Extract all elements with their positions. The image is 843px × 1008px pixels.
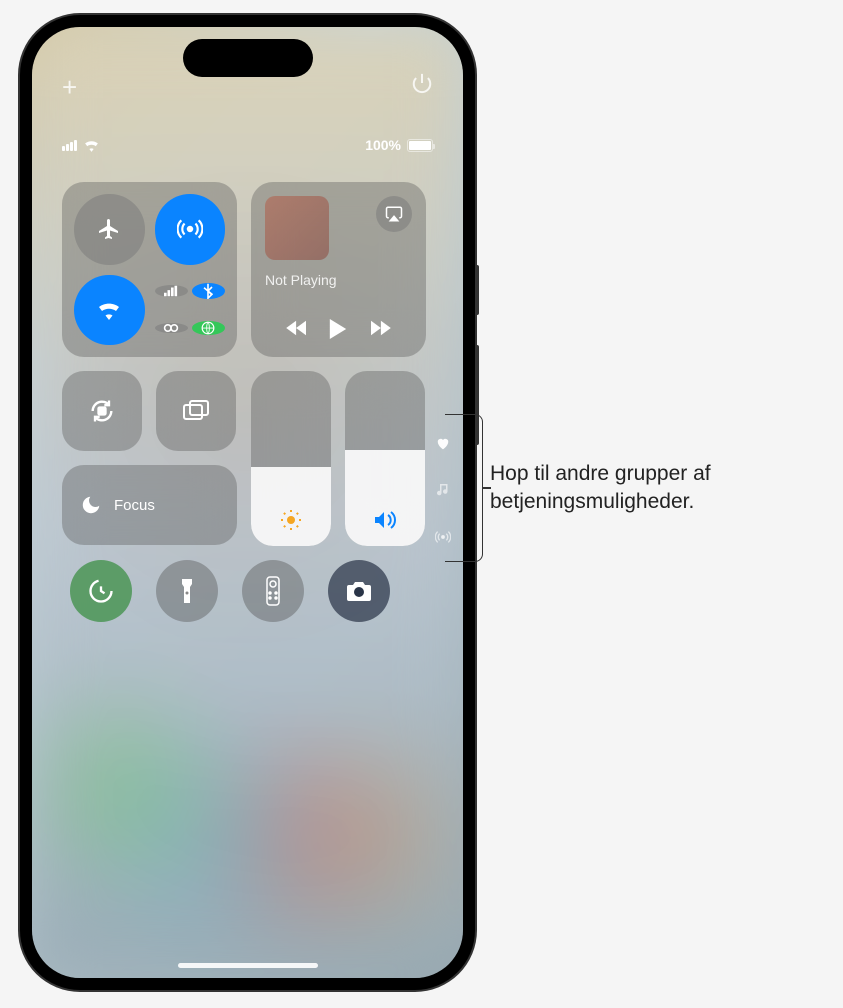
antenna-icon [435, 530, 451, 544]
dynamic-island [183, 39, 313, 77]
rewind-button[interactable] [286, 319, 308, 337]
orientation-lock-toggle[interactable] [62, 371, 142, 451]
home-indicator[interactable] [178, 963, 318, 968]
airplane-mode-toggle[interactable] [74, 194, 145, 265]
volume-icon [372, 508, 398, 532]
bluetooth-icon [203, 283, 213, 299]
apple-tv-remote-button[interactable] [242, 560, 304, 622]
flashlight-icon [180, 577, 194, 605]
cellular-signal-icon [62, 140, 77, 151]
group-dot-connectivity[interactable] [435, 530, 451, 544]
timer-icon [87, 577, 115, 605]
flashlight-button[interactable] [156, 560, 218, 622]
airplay-button[interactable] [376, 196, 412, 232]
group-dot-favorites[interactable] [435, 437, 451, 450]
media-playback-group[interactable]: Not Playing [251, 182, 426, 357]
airplane-icon [97, 217, 121, 241]
status-bar: 100% [32, 137, 463, 153]
vpn-globe-icon [201, 321, 215, 335]
connectivity-more[interactable] [155, 275, 226, 346]
screen-mirroring-button[interactable] [156, 371, 236, 451]
connectivity-group[interactable] [62, 182, 237, 357]
hotspot-icon [163, 323, 179, 333]
wifi-status-icon [83, 139, 100, 152]
moon-icon [80, 494, 102, 516]
camera-button[interactable] [328, 560, 390, 622]
forward-button[interactable] [369, 319, 391, 337]
remote-icon [266, 576, 280, 606]
album-art [265, 196, 329, 260]
cellular-data-toggle[interactable] [155, 285, 188, 297]
music-note-icon [437, 482, 449, 498]
cellular-icon [164, 285, 178, 297]
control-center: Not Playing [62, 182, 433, 636]
battery-icon [407, 139, 433, 152]
add-control-button[interactable]: + [62, 72, 77, 103]
volume-slider[interactable] [345, 371, 425, 546]
play-button[interactable] [329, 319, 347, 339]
focus-label: Focus [114, 497, 155, 514]
brightness-icon [279, 508, 303, 532]
vpn-toggle[interactable] [192, 321, 225, 335]
camera-icon [345, 579, 373, 603]
bluetooth-toggle[interactable] [192, 283, 225, 299]
timer-button[interactable] [70, 560, 132, 622]
side-button [475, 265, 479, 315]
battery-percent: 100% [365, 137, 401, 153]
heart-icon [436, 437, 450, 450]
group-dot-music[interactable] [435, 482, 451, 498]
wifi-toggle[interactable] [74, 275, 145, 346]
airdrop-toggle[interactable] [155, 194, 226, 265]
power-button[interactable] [411, 72, 433, 103]
now-playing-label: Not Playing [265, 272, 412, 288]
screen: + 100% [32, 27, 463, 978]
personal-hotspot-toggle[interactable] [155, 323, 188, 333]
phone-frame: + 100% [20, 15, 475, 990]
airplay-icon [385, 205, 403, 223]
screen-mirroring-icon [182, 399, 210, 423]
orientation-lock-icon [88, 397, 116, 425]
wifi-icon [97, 300, 121, 320]
brightness-slider[interactable] [251, 371, 331, 546]
callout-text: Hop til andre grupper af betjeningsmulig… [490, 460, 820, 517]
airdrop-icon [177, 216, 203, 242]
page-group-indicator[interactable] [435, 437, 451, 544]
focus-button[interactable]: Focus [62, 465, 237, 545]
